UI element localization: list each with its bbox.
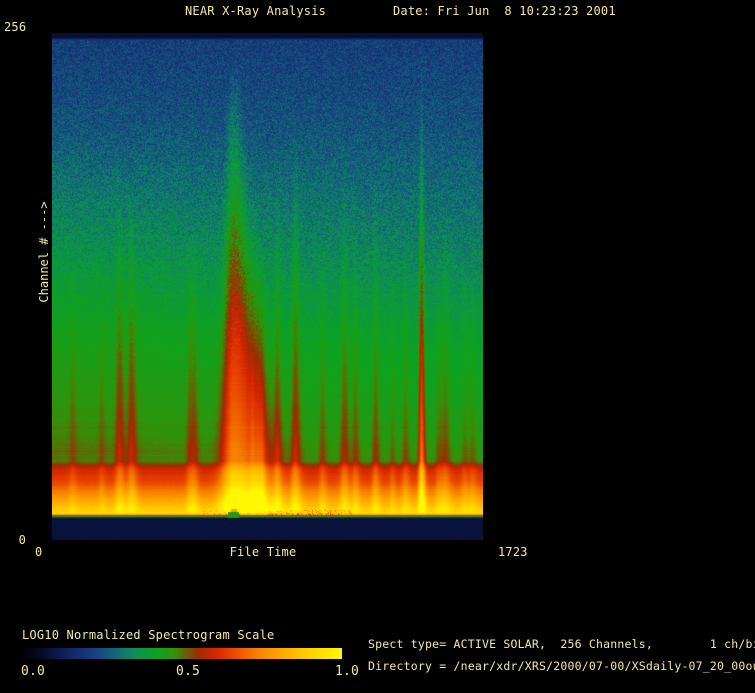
spect-type-info: Spect type= ACTIVE SOLAR, 256 Channels, … bbox=[368, 638, 755, 651]
spectrogram-plot bbox=[52, 33, 483, 540]
colorbar-gradient bbox=[22, 648, 342, 659]
x-axis-label: File Time bbox=[230, 546, 297, 559]
page-title: NEAR X-Ray Analysis bbox=[185, 5, 326, 18]
colorbar-label: LOG10 Normalized Spectrogram Scale bbox=[22, 629, 274, 642]
y-axis-label: Channel # ---> bbox=[37, 201, 51, 302]
x-axis-min-tick: 0 bbox=[35, 546, 42, 559]
header-date: Date: Fri Jun 8 10:23:23 2001 bbox=[393, 5, 616, 18]
directory-info: Directory = /near/xdr/XRS/2000/07-00/XSd… bbox=[368, 660, 755, 673]
y-axis-min-tick: 0 bbox=[4, 534, 26, 547]
colorbar-tick-min: 0.0 bbox=[21, 665, 45, 679]
y-axis-max-tick: 256 bbox=[4, 21, 26, 34]
near-xray-analysis-window: NEAR X-Ray Analysis Date: Fri Jun 8 10:2… bbox=[0, 0, 755, 693]
x-axis-max-tick: 1723 bbox=[498, 546, 528, 559]
colorbar-tick-mid: 0.5 bbox=[176, 665, 200, 679]
colorbar-tick-max: 1.0 bbox=[335, 665, 359, 679]
